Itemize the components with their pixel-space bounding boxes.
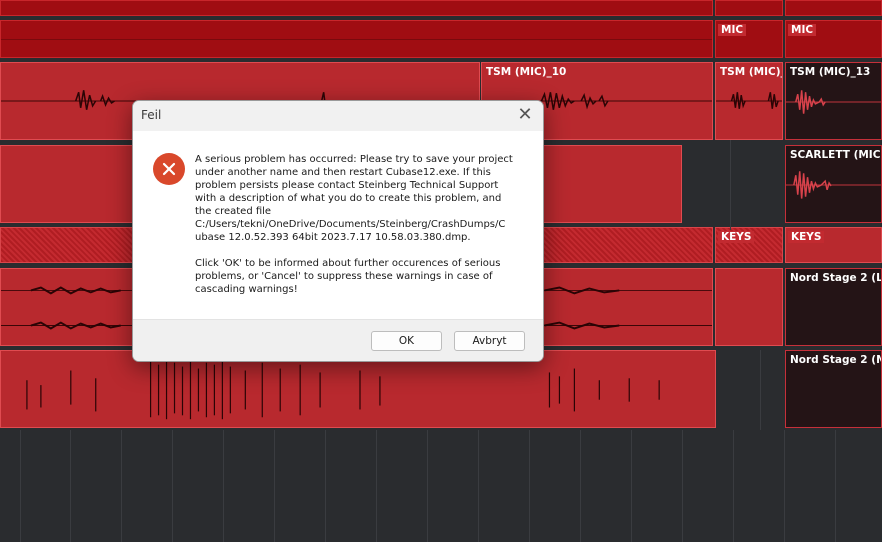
grid-line xyxy=(784,430,785,542)
event-name: KEYS xyxy=(718,231,755,243)
midi-event[interactable]: KEYS xyxy=(785,227,882,263)
grid-line xyxy=(529,430,530,542)
grid-line xyxy=(760,350,761,430)
audio-event[interactable] xyxy=(785,0,882,16)
grid-line xyxy=(172,430,173,542)
grid-line xyxy=(631,430,632,542)
audio-event-selected[interactable]: Nord Stage 2 (LIN xyxy=(785,268,882,346)
event-name: KEYS xyxy=(788,231,825,243)
event-name: Nord Stage 2 (MID xyxy=(790,354,881,366)
audio-event[interactable] xyxy=(0,0,713,16)
audio-event[interactable] xyxy=(715,268,783,346)
error-dialog: Feil ✕ A serious problem has occurred: P… xyxy=(132,100,544,362)
waveform xyxy=(786,171,881,199)
dialog-title-bar[interactable]: Feil ✕ xyxy=(133,101,543,131)
event-name: MIC xyxy=(788,24,817,36)
waveform xyxy=(786,90,881,114)
dialog-message: A serious problem has occurred: Please t… xyxy=(195,154,513,295)
grid-line xyxy=(274,430,275,542)
close-icon[interactable]: ✕ xyxy=(513,104,537,128)
midi-notes xyxy=(26,360,660,420)
grid-line xyxy=(325,430,326,542)
audio-event-selected[interactable]: TSM (MIC)_13 xyxy=(785,62,882,140)
grid-line xyxy=(478,430,479,542)
midi-event[interactable]: KEYS xyxy=(715,227,783,263)
event-name: Nord Stage 2 (LIN xyxy=(790,272,882,284)
audio-event[interactable]: MIC xyxy=(785,20,882,58)
grid-line xyxy=(835,430,836,542)
cancel-button[interactable]: Avbryt xyxy=(454,331,525,351)
audio-event[interactable]: MIC xyxy=(715,20,783,58)
grid-line xyxy=(730,140,731,230)
grid-line xyxy=(376,430,377,542)
dialog-title: Feil xyxy=(141,108,162,122)
audio-event-selected[interactable]: SCARLETT (MIC)_1 xyxy=(785,145,882,223)
grid-line xyxy=(223,430,224,542)
dialog-body: A serious problem has occurred: Please t… xyxy=(133,131,543,319)
grid-line xyxy=(121,430,122,542)
ok-button[interactable]: OK xyxy=(371,331,442,351)
event-name: MIC xyxy=(718,24,747,36)
grid-line xyxy=(70,430,71,542)
audio-event[interactable] xyxy=(715,0,783,16)
grid-line xyxy=(733,430,734,542)
audio-event[interactable] xyxy=(0,20,713,58)
grid-line xyxy=(682,430,683,542)
dialog-footer: OK Avbryt xyxy=(133,319,543,361)
waveform xyxy=(716,92,782,109)
grid-line xyxy=(20,430,21,542)
grid-line xyxy=(580,430,581,542)
grid-line xyxy=(427,430,428,542)
midi-event-selected[interactable]: Nord Stage 2 (MID xyxy=(785,350,882,428)
error-icon xyxy=(153,153,185,185)
audio-event[interactable]: TSM (MIC)_1 xyxy=(715,62,783,140)
